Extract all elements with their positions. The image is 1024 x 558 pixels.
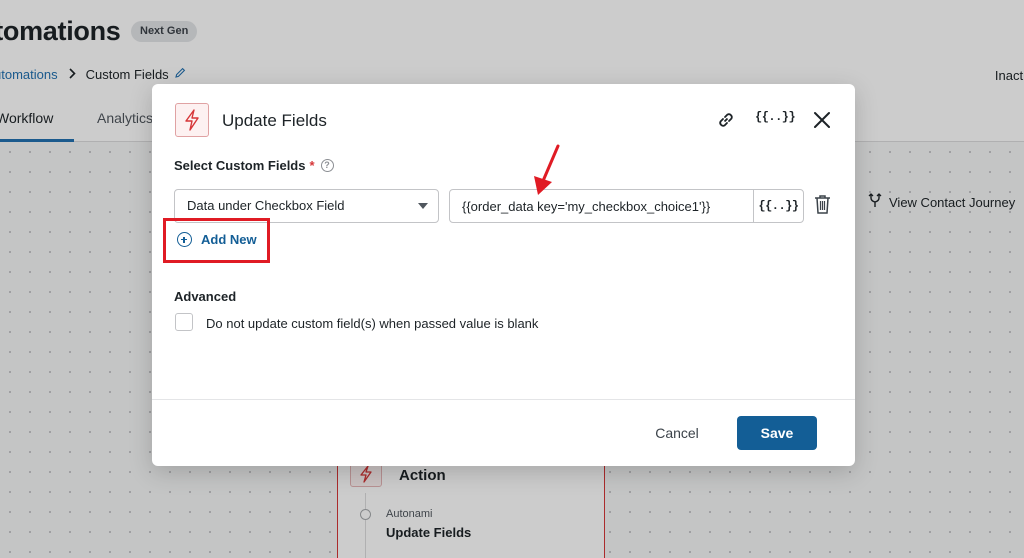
help-icon[interactable]: ? <box>320 159 334 172</box>
field-value-group: {{..}} <box>449 189 804 223</box>
skip-blank-checkbox-label[interactable]: Do not update custom field(s) when passe… <box>206 316 538 331</box>
select-custom-fields-label: Select Custom Fields * ? <box>174 158 334 173</box>
caret-down-icon <box>418 203 428 209</box>
plus-circle-icon <box>177 232 192 247</box>
trash-icon[interactable] <box>812 192 832 216</box>
modal-title: Update Fields <box>222 111 327 130</box>
value-merge-tags-button[interactable]: {{..}} <box>753 190 803 222</box>
update-fields-modal: Update Fields {{..}} Select Custom Field… <box>152 84 855 466</box>
save-button[interactable]: Save <box>737 416 817 450</box>
add-new-button[interactable]: Add New <box>177 232 257 247</box>
add-new-label: Add New <box>201 232 257 247</box>
custom-field-select-value: Data under Checkbox Field <box>187 198 345 213</box>
required-marker: * <box>309 158 315 173</box>
close-icon[interactable] <box>811 109 833 131</box>
cancel-button[interactable]: Cancel <box>640 416 714 450</box>
field-value-input[interactable] <box>450 190 753 222</box>
advanced-heading: Advanced <box>174 289 237 304</box>
lightning-icon <box>175 103 209 137</box>
custom-field-select[interactable]: Data under Checkbox Field <box>174 189 439 223</box>
link-icon[interactable] <box>714 108 738 132</box>
skip-blank-checkbox[interactable] <box>175 313 193 331</box>
footer-divider <box>152 399 855 400</box>
merge-tags-button[interactable]: {{..}} <box>755 110 796 124</box>
